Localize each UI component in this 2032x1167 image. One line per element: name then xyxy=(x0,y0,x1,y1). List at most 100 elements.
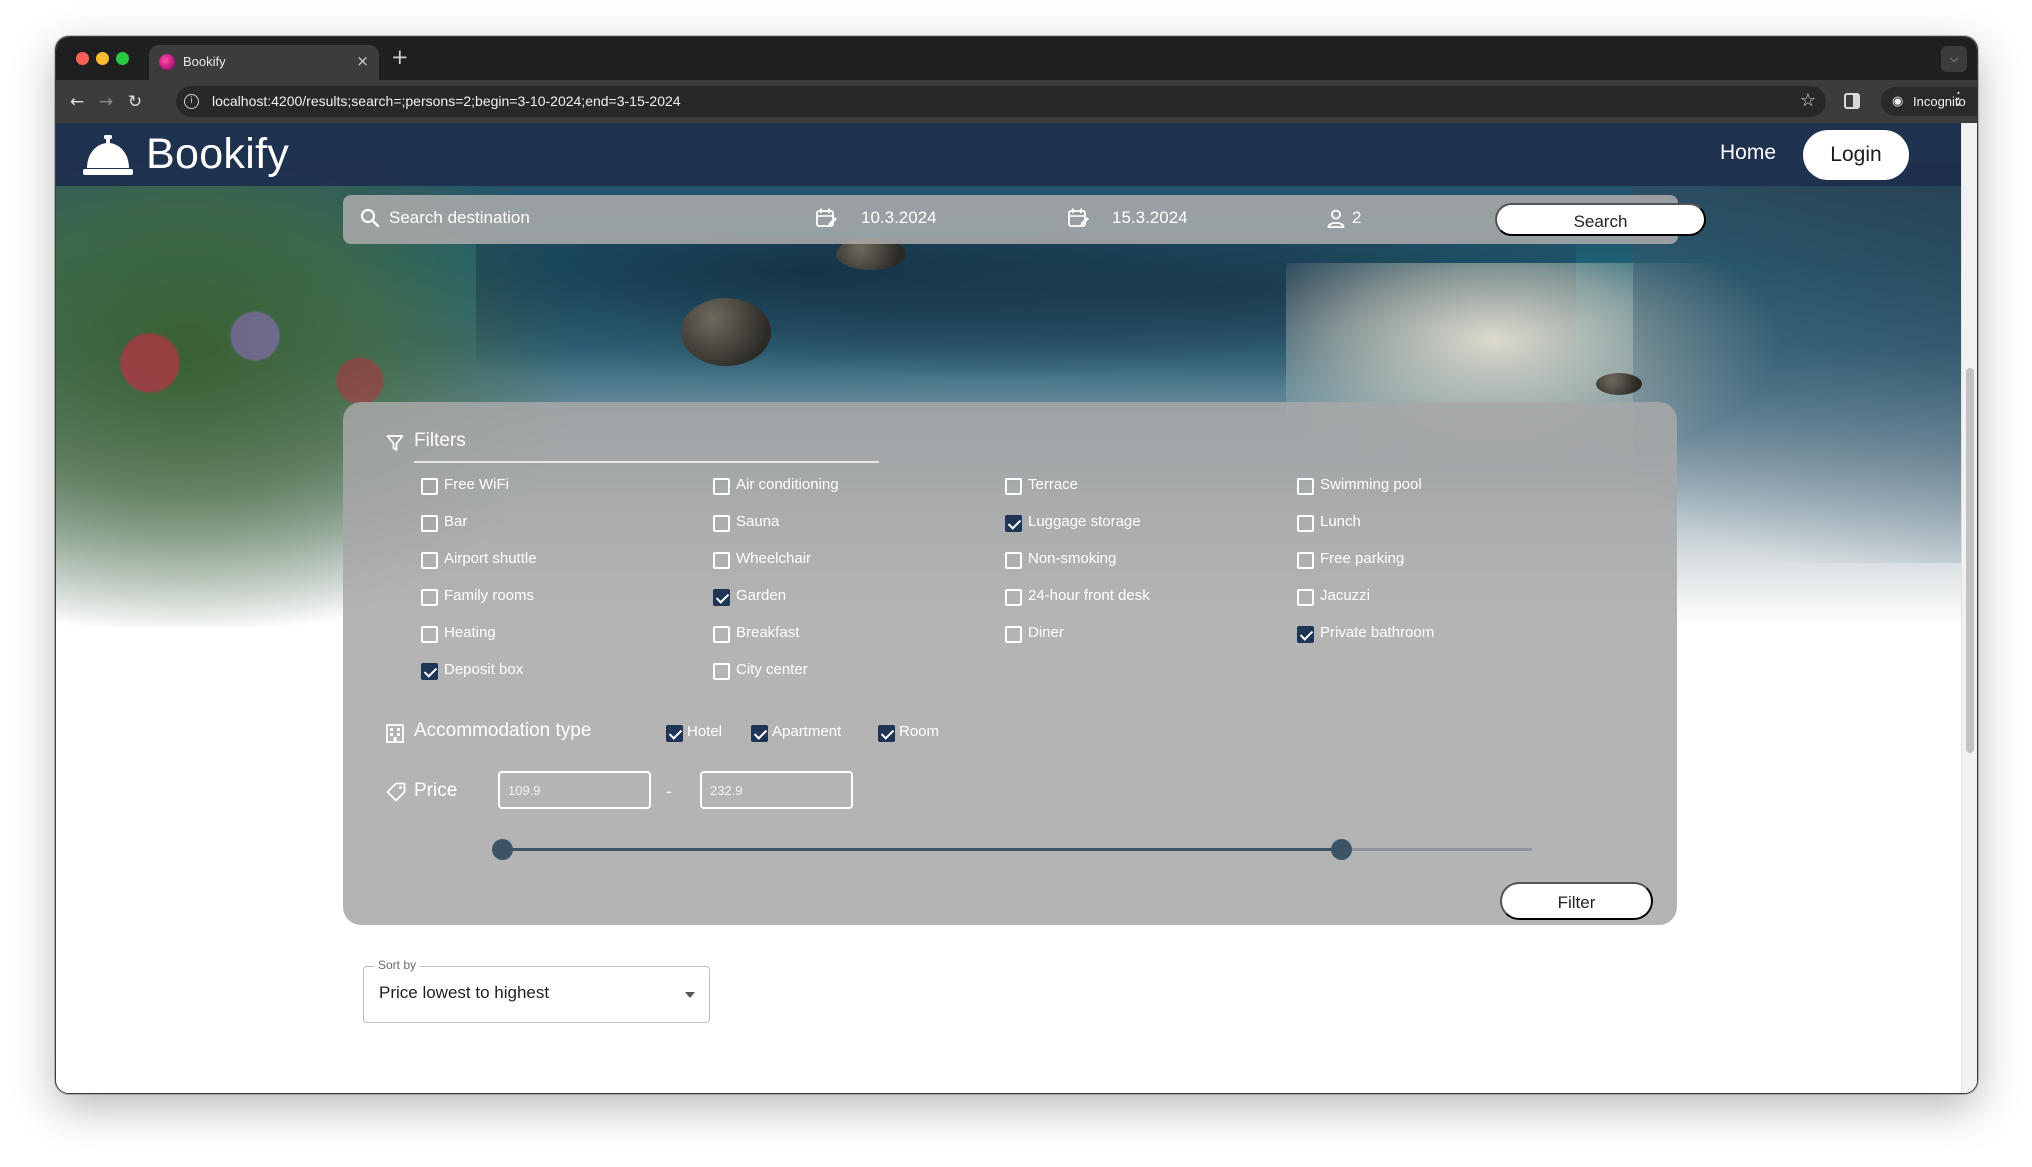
amenity-label: Terrace xyxy=(1028,476,1079,493)
browser-menu-icon[interactable]: ⋮ xyxy=(1950,89,1967,109)
price-tag-icon xyxy=(386,782,406,806)
login-button[interactable]: Login xyxy=(1803,130,1909,180)
side-panel-icon[interactable] xyxy=(1844,93,1860,109)
checkbox[interactable] xyxy=(1005,552,1022,569)
browser-tab-bookify[interactable]: Bookify × xyxy=(149,45,379,80)
search-bar: Search destination 10.3.2024 15.3.2024 2… xyxy=(343,195,1706,244)
accommodation-type-label: Room xyxy=(899,723,940,740)
filters-title-underline xyxy=(414,461,879,463)
checkbox[interactable] xyxy=(421,478,438,495)
amenity-label: 24-hour front desk xyxy=(1028,587,1150,604)
amenity-label: Breakfast xyxy=(736,624,800,641)
filters-panel: Filters Free WiFi Air conditioning Terrace… xyxy=(343,402,1677,925)
price-slider-min-handle[interactable] xyxy=(492,839,513,860)
checkbox[interactable] xyxy=(421,663,438,680)
amenity-label: Jacuzzi xyxy=(1320,587,1371,604)
bookmark-star-icon[interactable]: ☆ xyxy=(1800,90,1816,111)
minimize-window-button[interactable] xyxy=(96,52,109,65)
new-tab-button[interactable]: + xyxy=(391,45,409,69)
amenity-label: Non-smoking xyxy=(1028,550,1117,567)
checkbox[interactable] xyxy=(421,626,438,643)
amenity-label: Sauna xyxy=(736,513,780,530)
sort-by-value[interactable]: Price lowest to highest xyxy=(379,983,549,1003)
checkbox[interactable] xyxy=(1005,626,1022,643)
calendar-edit-icon[interactable] xyxy=(1067,207,1089,233)
brand-logo-text[interactable]: Bookify xyxy=(146,130,289,179)
person-icon xyxy=(1327,209,1345,232)
scrollbar-thumb[interactable] xyxy=(1966,368,1974,753)
reload-icon[interactable]: ↻ xyxy=(122,89,148,115)
check-in-date-field[interactable]: 10.3.2024 xyxy=(861,208,937,228)
page-viewport: Bookify Home Login Search destination 10… xyxy=(56,123,1977,1093)
service-bell-icon[interactable] xyxy=(83,135,133,181)
destination-input[interactable]: Search destination xyxy=(389,208,530,228)
nav-home-link[interactable]: Home xyxy=(1720,141,1776,165)
checkbox[interactable] xyxy=(713,515,730,532)
price-max-input[interactable] xyxy=(700,771,853,809)
page-scrollbar[interactable] xyxy=(1961,123,1977,1093)
search-button[interactable]: Search xyxy=(1495,203,1706,236)
browser-toolbar: ← → ↻ i localhost:4200/results;search=;p… xyxy=(56,80,1977,123)
url-text[interactable]: localhost:4200/results;search=;persons=2… xyxy=(212,93,681,109)
dropdown-arrow-icon[interactable] xyxy=(685,992,695,998)
amenity-label: Lunch xyxy=(1320,513,1361,530)
accommodation-type-label: Apartment xyxy=(772,723,842,740)
accommodation-type-title: Accommodation type xyxy=(414,720,592,741)
amenity-label: Free WiFi xyxy=(444,476,509,493)
checkbox[interactable] xyxy=(713,478,730,495)
tab-close-icon[interactable]: × xyxy=(356,52,369,70)
checkbox[interactable] xyxy=(1297,589,1314,606)
amenity-label: Luggage storage xyxy=(1028,513,1141,530)
amenity-label: Swimming pool xyxy=(1320,476,1422,493)
address-bar[interactable]: i localhost:4200/results;search=;persons… xyxy=(176,86,1826,117)
accommodation-type-label: Hotel xyxy=(687,723,723,740)
search-icon xyxy=(360,208,380,232)
checkbox[interactable] xyxy=(713,552,730,569)
amenity-label: Free parking xyxy=(1320,550,1405,567)
amenity-label: Family rooms xyxy=(444,587,535,604)
checkbox[interactable] xyxy=(1005,478,1022,495)
checkbox[interactable] xyxy=(713,663,730,680)
amenity-label: Bar xyxy=(444,513,468,530)
tab-strip: Bookify × + ⌵ xyxy=(56,37,1977,80)
checkbox[interactable] xyxy=(878,725,895,742)
checkbox[interactable] xyxy=(421,552,438,569)
checkbox[interactable] xyxy=(713,626,730,643)
checkbox[interactable] xyxy=(1297,626,1314,643)
site-info-icon[interactable]: i xyxy=(184,94,199,109)
persons-count-field[interactable]: 2 xyxy=(1352,208,1361,228)
building-icon xyxy=(386,724,404,747)
amenity-label: Diner xyxy=(1028,624,1064,641)
filters-title: Filters xyxy=(414,430,466,451)
checkbox[interactable] xyxy=(1297,478,1314,495)
price-title: Price xyxy=(414,780,458,801)
sort-by-select[interactable]: Sort by Price lowest to highest xyxy=(363,958,710,1023)
price-slider-max-handle[interactable] xyxy=(1331,839,1353,860)
price-range-slider-fill xyxy=(502,848,1342,851)
maximize-window-button[interactable] xyxy=(116,52,129,65)
price-range-slider[interactable] xyxy=(492,839,1532,860)
checkbox[interactable] xyxy=(1297,552,1314,569)
checkbox[interactable] xyxy=(751,725,768,742)
checkbox[interactable] xyxy=(1297,515,1314,532)
checkbox[interactable] xyxy=(666,725,683,742)
amenity-label: City center xyxy=(736,661,808,678)
checkbox[interactable] xyxy=(421,515,438,532)
checkbox[interactable] xyxy=(421,589,438,606)
checkbox[interactable] xyxy=(1005,515,1022,532)
checkbox[interactable] xyxy=(713,589,730,606)
tab-title: Bookify xyxy=(183,54,226,69)
amenity-label: Deposit box xyxy=(444,661,524,678)
filter-funnel-icon xyxy=(386,434,404,456)
amenity-label: Wheelchair xyxy=(736,550,812,567)
close-window-button[interactable] xyxy=(76,52,89,65)
tab-search-icon[interactable]: ⌵ xyxy=(1941,46,1967,72)
forward-arrow-icon[interactable]: → xyxy=(93,89,119,115)
checkbox[interactable] xyxy=(1005,589,1022,606)
apply-filter-button[interactable]: Filter xyxy=(1500,882,1653,920)
check-out-date-field[interactable]: 15.3.2024 xyxy=(1112,208,1188,228)
back-arrow-icon[interactable]: ← xyxy=(64,89,90,115)
browser-window: Bookify × + ⌵ ← → ↻ i localhost:4200/res… xyxy=(55,36,1978,1094)
calendar-edit-icon[interactable] xyxy=(815,207,837,233)
price-min-input[interactable] xyxy=(498,771,651,809)
